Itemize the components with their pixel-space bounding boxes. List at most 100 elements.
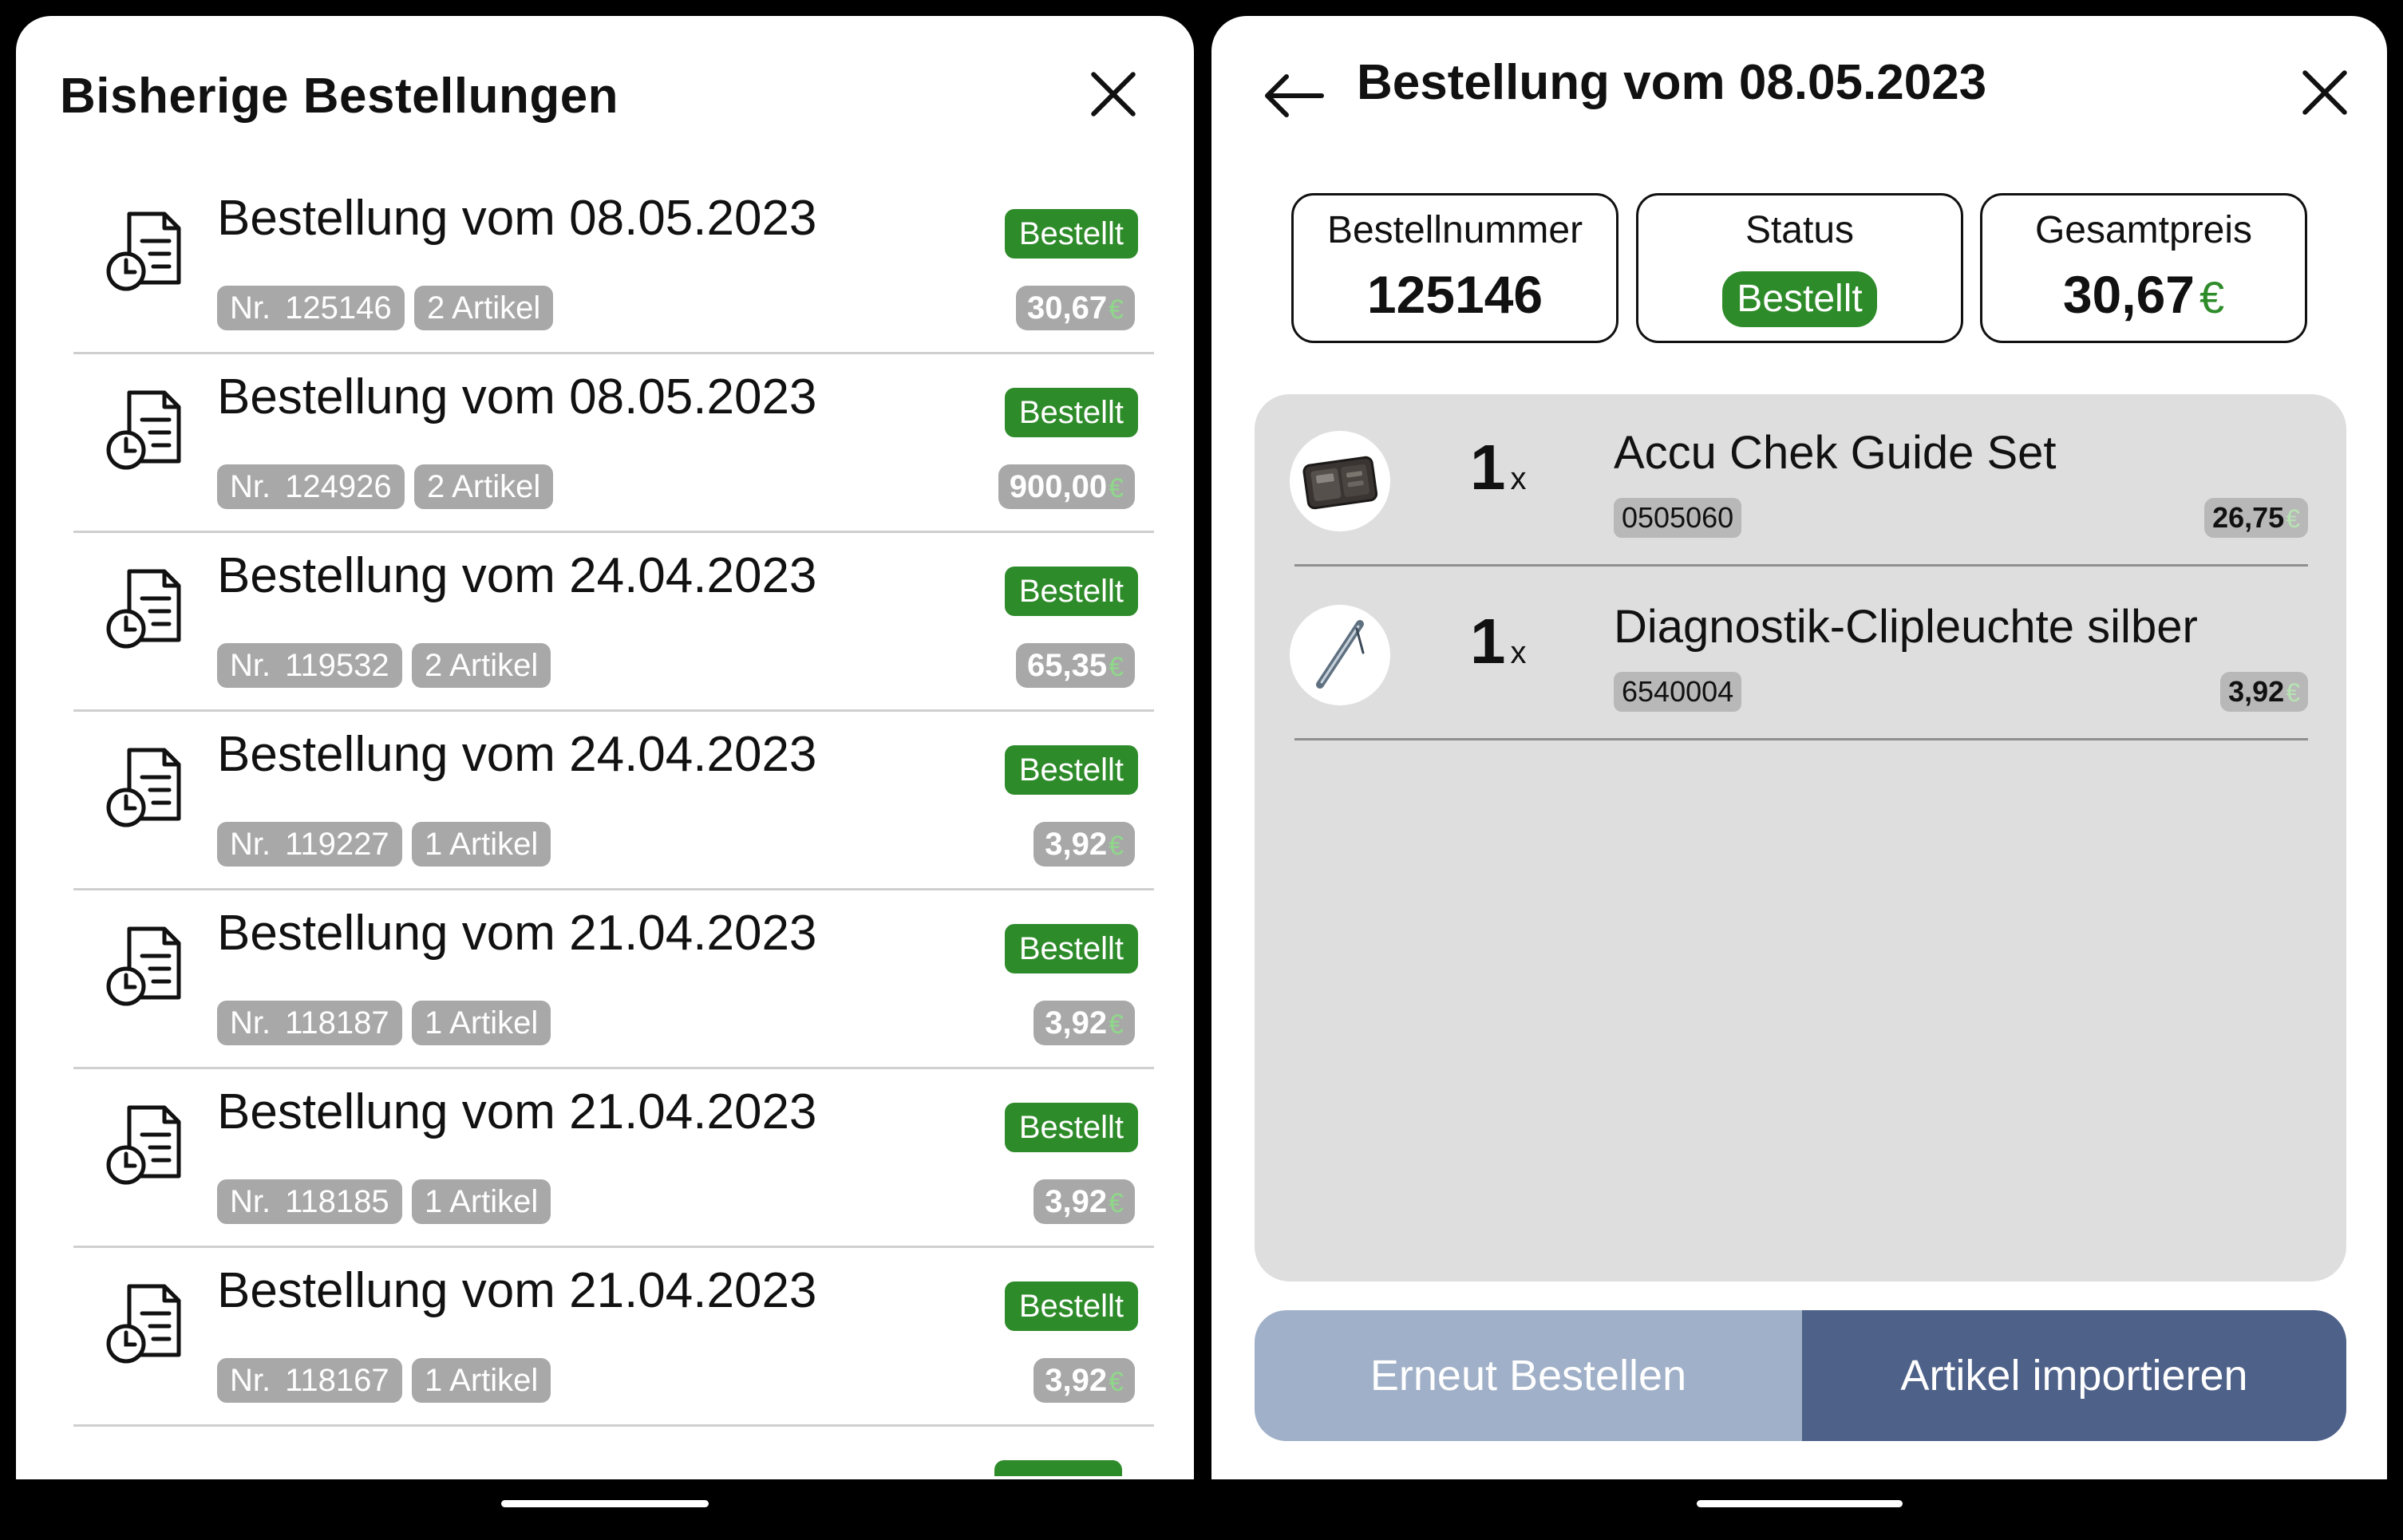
order-number-label: Bestellnummer bbox=[1326, 209, 1583, 251]
order-number: 125146 bbox=[285, 290, 392, 326]
order-row[interactable]: Bestellung vom 24.04.2023 Bestellt Nr. 11… bbox=[73, 533, 1154, 712]
item-count-pill: 2 Artikel bbox=[412, 643, 551, 688]
close-icon[interactable] bbox=[2301, 69, 2349, 116]
price-pill: 3,92€ bbox=[1034, 1179, 1135, 1224]
order-number-prefix: Nr. bbox=[230, 290, 271, 326]
status-badge: Bestellt bbox=[1004, 924, 1138, 973]
order-row[interactable]: Bestellung vom 24.04.2023 Bestellt Nr. 11… bbox=[73, 712, 1154, 890]
currency-symbol: € bbox=[1109, 1367, 1124, 1397]
order-number-pill: Nr. 118185 bbox=[217, 1179, 402, 1224]
product-thumbnail bbox=[1290, 431, 1390, 531]
status-badge: Bestellt bbox=[1004, 209, 1138, 259]
order-row[interactable]: Bestellung vom 08.05.2023 Bestellt Nr. 12… bbox=[73, 176, 1154, 354]
home-indicator[interactable] bbox=[1697, 1500, 1903, 1507]
order-number-prefix: Nr. bbox=[230, 469, 271, 504]
order-number-value: 125146 bbox=[1366, 265, 1543, 324]
status-badge: Bestellt bbox=[1004, 567, 1138, 616]
order-number-pill: Nr. 119532 bbox=[217, 643, 402, 688]
panel-title: Bisherige Bestellungen bbox=[60, 69, 619, 124]
order-row[interactable]: Bestellung vom 21.04.2023 Bestellt Nr. 11… bbox=[73, 1248, 1154, 1427]
status-badge: Bestellt bbox=[1004, 1281, 1138, 1331]
price-value: 3,92 bbox=[1045, 827, 1108, 862]
order-row[interactable]: Bestellung vom 08.05.2023 Bestellt Nr. 12… bbox=[73, 354, 1154, 533]
order-document-clock-icon bbox=[105, 922, 187, 1007]
currency-symbol: € bbox=[1109, 652, 1124, 682]
order-title: Bestellung vom 08.05.2023 bbox=[217, 369, 817, 424]
home-indicator[interactable] bbox=[501, 1500, 709, 1507]
status-card: Status Bestellt bbox=[1636, 193, 1963, 343]
price-pill: 30,67€ bbox=[1015, 286, 1135, 330]
item-price: 26,75€ bbox=[2204, 498, 2308, 538]
currency-symbol: € bbox=[1109, 473, 1124, 503]
order-number-card: Bestellnummer 125146 bbox=[1291, 193, 1618, 343]
status-value-wrap: Bestellt bbox=[1638, 263, 1961, 327]
order-title: Bestellung vom 24.04.2023 bbox=[217, 727, 817, 782]
order-detail-panel: Bestellung vom 08.05.2023 Bestellnummer … bbox=[1211, 16, 2387, 1479]
order-title: Bestellung vom 08.05.2023 bbox=[217, 191, 817, 246]
order-row[interactable]: Bestellung vom 21.04.2023 Bestellt Nr. 11… bbox=[73, 1069, 1154, 1248]
case-icon bbox=[1290, 456, 1390, 531]
price-value: 30,67 bbox=[1026, 290, 1108, 326]
order-number-pill: Nr. 124926 bbox=[217, 464, 405, 509]
item-name: Diagnostik-Clipleuchte silber bbox=[1614, 601, 2198, 653]
order-number-pill: Nr. 118167 bbox=[217, 1358, 402, 1403]
item-price-value: 26,75 bbox=[2212, 501, 2285, 534]
reorder-button[interactable]: Erneut Bestellen bbox=[1255, 1310, 1802, 1441]
penlight-icon bbox=[1290, 620, 1390, 705]
order-number-prefix: Nr. bbox=[230, 1005, 271, 1040]
status-badge: Bestellt bbox=[1004, 745, 1138, 795]
back-arrow-icon[interactable] bbox=[1263, 72, 1326, 120]
status-badge: Bestellt bbox=[1004, 1103, 1138, 1152]
item-count-pill: 2 Artikel bbox=[414, 286, 554, 330]
order-document-clock-icon bbox=[105, 744, 187, 828]
status-badge: Bestellt bbox=[1004, 388, 1138, 437]
order-number-prefix: Nr. bbox=[230, 1184, 271, 1219]
currency-symbol: € bbox=[1109, 1188, 1124, 1218]
quantity-x: x bbox=[1510, 461, 1527, 496]
item-name: Accu Chek Guide Set bbox=[1614, 427, 2057, 479]
price-pill: 65,35€ bbox=[1015, 643, 1135, 688]
order-number: 124926 bbox=[285, 469, 392, 504]
quantity-x: x bbox=[1510, 635, 1527, 670]
currency-symbol: € bbox=[2286, 504, 2300, 533]
order-number: 119227 bbox=[285, 827, 389, 862]
order-item-row[interactable]: 1x Accu Chek Guide Set 0505060 26,75€ bbox=[1290, 394, 2308, 567]
order-title: Bestellung vom 21.04.2023 bbox=[217, 906, 817, 961]
order-number-prefix: Nr. bbox=[230, 648, 271, 683]
price-pill: 3,92€ bbox=[1034, 1358, 1135, 1403]
total-price-value-wrap: 30,67 € bbox=[1982, 264, 2305, 325]
order-row[interactable]: Bestellung vom 21.04.2023 Bestellt Nr. 11… bbox=[73, 890, 1154, 1069]
order-document-clock-icon bbox=[105, 1280, 187, 1364]
item-count-pill: 1 Artikel bbox=[412, 1001, 551, 1045]
close-icon[interactable] bbox=[1089, 70, 1137, 118]
import-items-button[interactable]: Artikel importieren bbox=[1802, 1310, 2346, 1441]
order-number-pill: Nr. 125146 bbox=[217, 286, 405, 330]
price-value: 3,92 bbox=[1045, 1184, 1108, 1219]
price-value: 3,92 bbox=[1045, 1363, 1108, 1398]
price-pill: 3,92€ bbox=[1034, 1001, 1135, 1045]
price-pill: 900,00€ bbox=[998, 464, 1135, 509]
status-badge-partial bbox=[994, 1460, 1122, 1476]
item-price-value: 3,92 bbox=[2228, 675, 2285, 708]
order-number-pill: Nr. 119227 bbox=[217, 822, 402, 867]
price-value: 65,35 bbox=[1026, 648, 1108, 683]
product-thumbnail bbox=[1290, 605, 1390, 705]
order-number-pill: Nr. 118187 bbox=[217, 1001, 402, 1045]
price-pill: 3,92€ bbox=[1034, 822, 1135, 867]
status-badge: Bestellt bbox=[1722, 271, 1877, 327]
order-title: Bestellung vom 21.04.2023 bbox=[217, 1084, 817, 1139]
order-number: 118167 bbox=[285, 1363, 389, 1398]
order-document-clock-icon bbox=[105, 386, 187, 471]
order-number-prefix: Nr. bbox=[230, 1363, 271, 1398]
order-number-prefix: Nr. bbox=[230, 827, 271, 862]
item-count-pill: 1 Artikel bbox=[412, 1358, 551, 1403]
detail-title: Bestellung vom 08.05.2023 bbox=[1357, 55, 1987, 110]
currency-symbol: € bbox=[1109, 1009, 1124, 1040]
item-count-pill: 2 Artikel bbox=[414, 464, 554, 509]
order-document-clock-icon bbox=[105, 207, 187, 292]
order-item-row[interactable]: 1x Diagnostik-Clipleuchte silber 6540004… bbox=[1290, 568, 2308, 740]
item-price: 3,92€ bbox=[2220, 672, 2308, 712]
order-document-clock-icon bbox=[105, 1101, 187, 1186]
item-sku: 6540004 bbox=[1614, 672, 1742, 712]
status-label: Status bbox=[1745, 209, 1855, 251]
